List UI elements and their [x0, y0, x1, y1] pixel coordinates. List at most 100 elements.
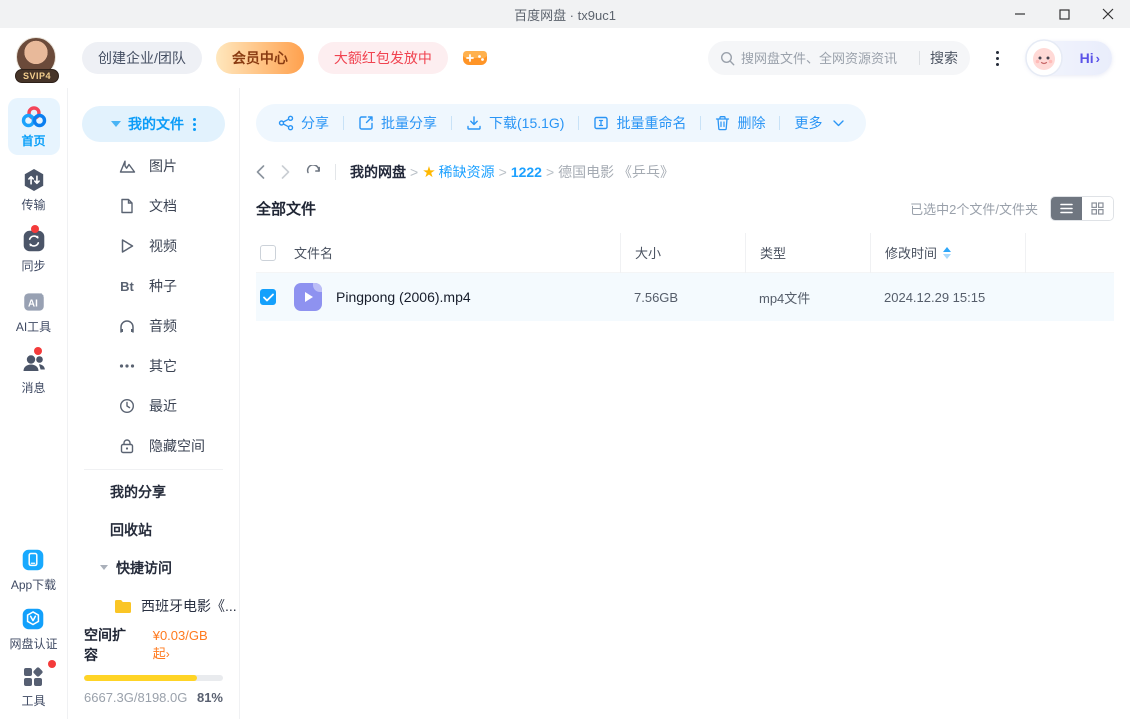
- sidebar-divider: [84, 469, 223, 470]
- category-label: 最近: [149, 398, 177, 414]
- ai-tools-icon: AI: [23, 293, 44, 311]
- rail-item-verify[interactable]: 网盘认证: [9, 606, 58, 652]
- minimize-button[interactable]: [998, 0, 1042, 28]
- sort-asc-icon: [943, 246, 952, 252]
- sidebar-item-documents[interactable]: 文档: [68, 186, 239, 226]
- rail-bottom: App下载 网盘认证 工具: [9, 547, 58, 711]
- category-label: 种子: [149, 278, 177, 294]
- assistant-button[interactable]: Hi ›: [1025, 39, 1112, 77]
- baidu-netdisk-window: 百度网盘 · tx9uc1 SVIP4 创建企业/团队 会员中心 大额红包发放中: [0, 0, 1130, 719]
- my-files-kebab-icon[interactable]: [193, 117, 196, 131]
- create-team-button[interactable]: 创建企业/团队: [82, 42, 202, 74]
- quick-folder-label: 西班牙电影《...: [141, 598, 237, 614]
- select-all-checkbox[interactable]: [260, 244, 276, 261]
- search-button[interactable]: 搜索: [930, 48, 958, 68]
- table-row[interactable]: Pingpong (2006).mp4 7.56GB mp4文件 2024.12…: [256, 273, 1114, 321]
- more-button[interactable]: 更多: [794, 113, 845, 133]
- toolbar-separator: [779, 116, 781, 130]
- back-button[interactable]: [256, 165, 265, 179]
- search-divider: [919, 51, 920, 65]
- breadcrumb-level2[interactable]: 1222: [511, 164, 542, 180]
- user-avatar[interactable]: SVIP4: [14, 37, 60, 83]
- bt-icon: Bt: [120, 278, 134, 294]
- maximize-icon: [1058, 8, 1070, 20]
- trash-icon: [716, 116, 730, 131]
- document-icon: [118, 198, 136, 214]
- storage-progress-bar: [84, 675, 223, 682]
- rail-tools-label: 工具: [21, 694, 46, 708]
- category-label: 视频: [149, 238, 177, 254]
- assistant-label: Hi: [1079, 50, 1094, 66]
- sidebar-item-quick-access[interactable]: 快捷访问: [68, 549, 239, 587]
- column-header-modified[interactable]: 修改时间: [870, 232, 1025, 273]
- red-packet-button[interactable]: 大额红包发放中: [317, 42, 448, 74]
- column-header-extra: [1025, 232, 1114, 273]
- messages-icon: [23, 355, 45, 371]
- batch-rename-button[interactable]: 批量重命名: [593, 113, 686, 133]
- window-controls: [998, 0, 1130, 28]
- share-button[interactable]: 分享: [278, 113, 329, 133]
- collapse-triangle-icon: [100, 565, 108, 571]
- game-center-button[interactable]: [462, 47, 488, 69]
- rail-item-home[interactable]: 首页: [7, 98, 60, 155]
- vip-center-button[interactable]: 会员中心: [215, 42, 304, 74]
- sidebar-item-my-shares[interactable]: 我的分享: [68, 473, 239, 511]
- titlebar: 百度网盘 · tx9uc1: [0, 0, 1130, 28]
- rail-item-tools[interactable]: 工具: [9, 660, 57, 709]
- file-modified: 2024.12.29 15:15: [884, 289, 986, 305]
- refresh-button[interactable]: [306, 164, 321, 180]
- left-rail: 首页 传输 同步 AI AI工具 消息 App下载 网盘认证 工具: [0, 88, 68, 719]
- file-name[interactable]: Pingpong (2006).mp4: [336, 289, 471, 305]
- row-checkbox[interactable]: [260, 289, 276, 305]
- my-files-label: 我的文件: [128, 116, 184, 132]
- delete-button[interactable]: 删除: [715, 113, 765, 133]
- breadcrumb-root[interactable]: 我的网盘: [350, 162, 406, 182]
- sidebar-item-my-files[interactable]: 我的文件: [82, 106, 225, 142]
- quick-access-folder[interactable]: 西班牙电影《...: [68, 587, 239, 625]
- video-file-icon: [294, 283, 322, 311]
- batch-share-button[interactable]: 批量分享: [358, 113, 437, 133]
- forward-button[interactable]: [281, 165, 290, 179]
- sidebar-item-recycle-bin[interactable]: 回收站: [68, 511, 239, 549]
- rail-item-app-download[interactable]: App下载: [9, 547, 57, 593]
- ellipsis-icon: [118, 363, 136, 369]
- sidebar-item-videos[interactable]: 视频: [68, 226, 239, 266]
- chevron-down-icon: [833, 119, 845, 127]
- close-button[interactable]: [1086, 0, 1130, 28]
- sidebar-item-audio[interactable]: 音频: [68, 306, 239, 346]
- breadcrumb-level1[interactable]: 稀缺资源: [439, 162, 495, 182]
- transfer-icon: [24, 168, 43, 192]
- rail-item-transfer[interactable]: 传输: [21, 167, 47, 213]
- storage-upgrade-link[interactable]: ¥0.03/GB起›: [153, 628, 223, 662]
- rail-item-sync[interactable]: 同步: [21, 225, 47, 274]
- toolbar-separator: [343, 116, 344, 130]
- sidebar-item-hidden-space[interactable]: 隐藏空间: [68, 426, 239, 466]
- column-header-size[interactable]: 大小: [620, 232, 745, 273]
- sort-toggle[interactable]: [943, 246, 952, 259]
- rail-item-ai-tools[interactable]: AI AI工具: [16, 289, 51, 335]
- column-header-type[interactable]: 类型: [745, 232, 870, 273]
- search-box[interactable]: 搜索: [708, 41, 970, 75]
- sidebar-item-torrents[interactable]: Bt 种子: [68, 266, 239, 306]
- category-label: 文档: [149, 198, 177, 214]
- check-icon: [262, 293, 274, 301]
- list-view-button[interactable]: [1051, 197, 1082, 220]
- breadcrumb: 我的网盘 > ★ 稀缺资源 > 1222 > 德国电影 《乒乓》: [256, 158, 1114, 186]
- kebab-dot: [995, 50, 999, 54]
- sidebar-item-pictures[interactable]: 图片: [68, 146, 239, 186]
- breadcrumb-separator: >: [410, 164, 419, 180]
- storage-expand-label: 空间扩容: [84, 627, 126, 664]
- netdisk-logo-icon: [21, 106, 46, 128]
- download-button[interactable]: 下载(15.1G): [466, 113, 564, 133]
- more-menu-button[interactable]: [982, 43, 1012, 73]
- svg-text:AI: AI: [28, 298, 38, 309]
- search-input[interactable]: [741, 50, 915, 66]
- sidebar-item-others[interactable]: 其它: [68, 346, 239, 386]
- maximize-button[interactable]: [1042, 0, 1086, 28]
- grid-view-button[interactable]: [1082, 197, 1113, 220]
- rail-item-messages[interactable]: 消息: [20, 347, 48, 396]
- column-header-name[interactable]: 文件名: [294, 243, 620, 262]
- collapse-triangle-icon: [111, 121, 121, 127]
- sidebar-item-recent[interactable]: 最近: [68, 386, 239, 426]
- svip-badge: SVIP4: [14, 69, 60, 83]
